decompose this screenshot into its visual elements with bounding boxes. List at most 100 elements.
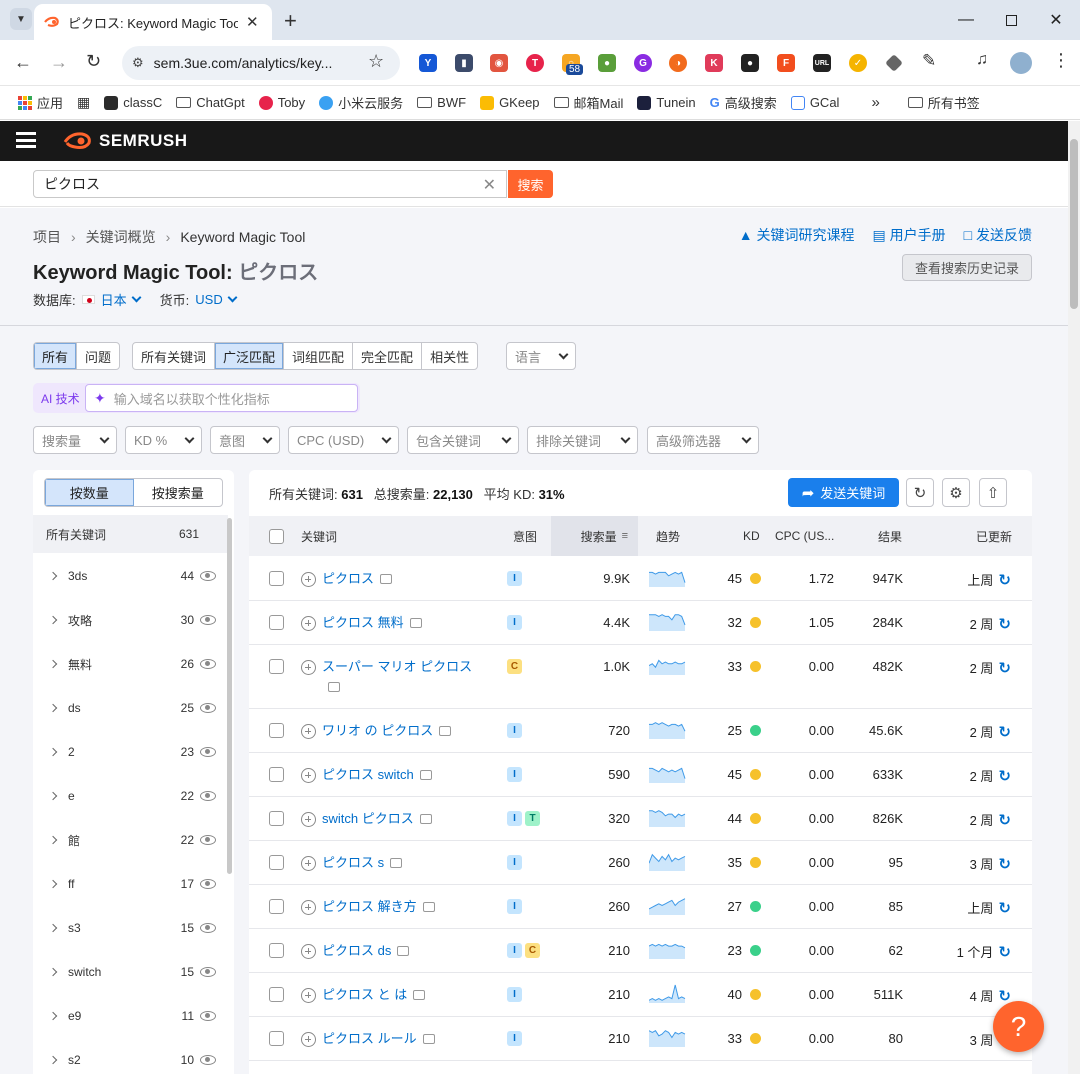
keyword-link[interactable]: スーパー マリオ ピクロス bbox=[322, 657, 481, 697]
bookmark-google-search[interactable]: G 高级搜索 bbox=[710, 93, 777, 112]
intent-badge[interactable]: I bbox=[507, 1031, 522, 1046]
col-results[interactable]: 结果 bbox=[878, 516, 902, 556]
row-checkbox[interactable] bbox=[269, 767, 284, 782]
extension-diamond-icon[interactable] bbox=[885, 54, 903, 72]
chevron-right-icon[interactable] bbox=[48, 879, 58, 889]
extension-figma-icon[interactable]: F bbox=[777, 54, 795, 72]
intent-badge[interactable]: I bbox=[507, 855, 522, 870]
serp-icon[interactable] bbox=[422, 901, 435, 912]
tab-questions[interactable]: 问题 bbox=[77, 343, 119, 369]
group-item[interactable]: 館 22 bbox=[33, 818, 228, 862]
row-checkbox[interactable] bbox=[269, 659, 284, 674]
keyword-link[interactable]: ピクロス s bbox=[322, 853, 403, 873]
back-icon[interactable]: ← bbox=[14, 52, 32, 73]
settings-button[interactable]: ⚙ bbox=[942, 478, 970, 507]
extension-kb-icon[interactable]: K bbox=[705, 54, 723, 72]
eye-icon[interactable] bbox=[200, 615, 216, 625]
tab-all-keywords[interactable]: 所有关键词 bbox=[133, 343, 216, 369]
chevron-right-icon[interactable] bbox=[48, 1055, 58, 1065]
refresh-button[interactable]: ↻ bbox=[906, 478, 934, 507]
breadcrumb-projects[interactable]: 项目 bbox=[33, 227, 61, 247]
group-item[interactable]: 攻略 30 bbox=[33, 598, 228, 642]
add-to-list-icon[interactable] bbox=[301, 768, 316, 783]
intent-badge[interactable]: C bbox=[507, 659, 522, 674]
refresh-icon[interactable]: ↻ bbox=[998, 899, 1011, 917]
add-to-list-icon[interactable] bbox=[301, 1032, 316, 1047]
group-item[interactable]: 2 23 bbox=[33, 730, 228, 774]
keyword-link[interactable]: ピクロス と は bbox=[322, 985, 426, 1005]
ai-domain-input[interactable]: ✦ 输入域名以获取个性化指标 bbox=[85, 384, 358, 412]
eye-icon[interactable] bbox=[200, 791, 216, 801]
language-select[interactable]: 语言 bbox=[506, 342, 576, 370]
semrush-logo[interactable]: SEMRUSH bbox=[63, 131, 188, 151]
send-keywords-button[interactable]: ➦ 发送关键词 bbox=[788, 478, 899, 507]
extension-toby-icon[interactable]: T bbox=[526, 54, 544, 72]
add-to-list-icon[interactable] bbox=[301, 900, 316, 915]
group-item[interactable]: e9 11 bbox=[33, 994, 228, 1038]
intent-badge[interactable]: I bbox=[507, 899, 522, 914]
extension-bike-icon[interactable]: ● bbox=[598, 54, 616, 72]
add-to-list-icon[interactable] bbox=[301, 616, 316, 631]
export-button[interactable]: ⇧ bbox=[979, 478, 1007, 507]
col-cpc[interactable]: CPC (US... bbox=[775, 516, 834, 556]
bookmark-chatgpt[interactable]: ChatGpt bbox=[176, 95, 245, 110]
group-item[interactable]: ds 25 bbox=[33, 686, 228, 730]
add-to-list-icon[interactable] bbox=[301, 856, 316, 871]
extension-y-icon[interactable]: Y bbox=[419, 54, 437, 72]
close-window-icon[interactable]: ✕ bbox=[1042, 8, 1070, 32]
chevron-right-icon[interactable] bbox=[48, 571, 58, 581]
serp-icon[interactable] bbox=[439, 725, 452, 736]
row-checkbox[interactable] bbox=[269, 899, 284, 914]
eye-icon[interactable] bbox=[200, 1055, 216, 1065]
refresh-icon[interactable]: ↻ bbox=[998, 811, 1011, 829]
extension-compass-icon[interactable]: ✓ bbox=[849, 54, 867, 72]
database-select[interactable]: 日本 bbox=[101, 290, 127, 309]
tab-search-button[interactable]: ▼ bbox=[10, 8, 32, 30]
bookmark-bwf[interactable]: BWF bbox=[417, 95, 466, 110]
group-item[interactable]: 無料 26 bbox=[33, 642, 228, 686]
refresh-icon[interactable]: ↻ bbox=[998, 943, 1011, 961]
sort-by-volume-button[interactable]: 按搜索量 bbox=[134, 479, 223, 506]
tab-phrase-match[interactable]: 词组匹配 bbox=[284, 343, 354, 369]
chevron-right-icon[interactable] bbox=[48, 703, 58, 713]
extensions-puzzle-icon[interactable]: ✎ bbox=[922, 51, 936, 71]
eye-icon[interactable] bbox=[200, 923, 216, 933]
bookmark-gcal[interactable]: GCal bbox=[790, 95, 839, 110]
add-to-list-icon[interactable] bbox=[301, 572, 316, 587]
serp-icon[interactable] bbox=[380, 573, 393, 584]
intent-badge[interactable]: I bbox=[507, 943, 522, 958]
search-button[interactable]: 搜索 bbox=[508, 170, 553, 198]
add-to-list-icon[interactable] bbox=[301, 724, 316, 739]
intent-badge[interactable]: C bbox=[525, 943, 540, 958]
filter-cpc[interactable]: CPC (USD) bbox=[288, 426, 399, 454]
filter-include[interactable]: 包含关键词 bbox=[407, 426, 519, 454]
tab-exact-match[interactable]: 完全匹配 bbox=[353, 343, 423, 369]
clear-search-icon[interactable]: ✕ bbox=[483, 175, 496, 195]
filter-volume[interactable]: 搜索量 bbox=[33, 426, 117, 454]
eye-icon[interactable] bbox=[200, 703, 216, 713]
group-item[interactable]: s3 15 bbox=[33, 906, 228, 950]
bookmark-all[interactable]: 所有书签 bbox=[907, 93, 980, 112]
refresh-icon[interactable]: ↻ bbox=[998, 767, 1011, 785]
maximize-icon[interactable] bbox=[997, 8, 1025, 32]
bookmark-tunein[interactable]: Tunein bbox=[637, 95, 696, 110]
serp-icon[interactable] bbox=[413, 989, 426, 1000]
breadcrumb-overview[interactable]: 关键词概览 bbox=[86, 227, 156, 247]
search-history-button[interactable]: 查看搜索历史记录 bbox=[902, 254, 1032, 281]
intent-badge[interactable]: I bbox=[507, 767, 522, 782]
forward-icon[interactable]: → bbox=[50, 52, 68, 73]
sort-by-count-button[interactable]: 按数量 bbox=[45, 479, 134, 506]
extension-url-icon[interactable]: URL bbox=[813, 54, 831, 72]
add-to-list-icon[interactable] bbox=[301, 812, 316, 827]
chevron-right-icon[interactable] bbox=[48, 1011, 58, 1021]
add-to-list-icon[interactable] bbox=[301, 988, 316, 1003]
eye-icon[interactable] bbox=[200, 967, 216, 977]
bookmark-mail[interactable]: 邮箱Mail bbox=[553, 93, 623, 112]
group-item[interactable]: s2 10 bbox=[33, 1038, 228, 1082]
row-checkbox[interactable] bbox=[269, 987, 284, 1002]
tab-all[interactable]: 所有 bbox=[34, 343, 78, 369]
minimize-icon[interactable]: — bbox=[952, 8, 980, 32]
media-control-icon[interactable]: ♫ bbox=[976, 51, 988, 69]
refresh-icon[interactable]: ↻ bbox=[998, 615, 1011, 633]
bookmark-classc[interactable]: classC bbox=[104, 95, 162, 110]
